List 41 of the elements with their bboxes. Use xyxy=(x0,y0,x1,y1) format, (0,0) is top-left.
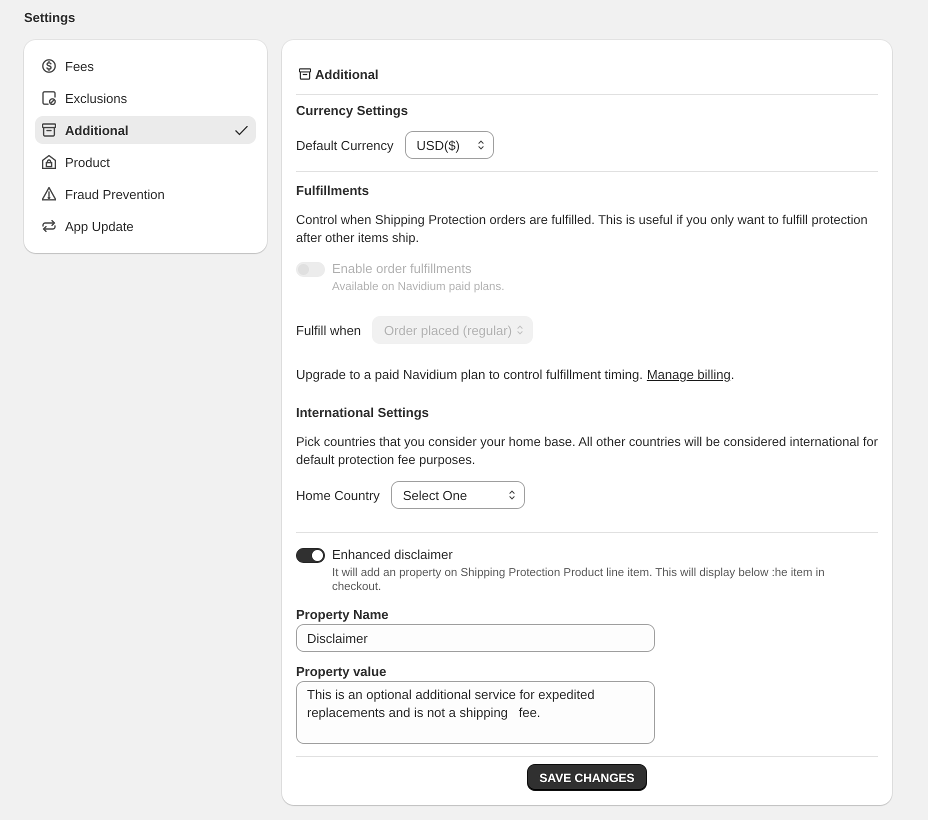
select-field[interactable]: Select One xyxy=(390,481,525,509)
manage-billing-link[interactable]: Manage billing xyxy=(646,367,731,382)
check-icon xyxy=(235,124,248,136)
box-icon xyxy=(299,68,311,80)
field-label: Property value xyxy=(296,663,388,681)
description-text: Control when Shipping Protection orders are fulfilled. This is useful if you only want to fulfill protection after other items ship. xyxy=(296,211,869,247)
sidebar-item[interactable]: Fees xyxy=(35,52,256,80)
upgrade-note: Upgrade to a paid Navidium plan to control fulfillment timing. Manage billing. xyxy=(296,366,736,384)
sidebar-item[interactable]: Exclusions xyxy=(35,84,256,112)
save-button[interactable]: SAVE CHANGES xyxy=(528,765,646,790)
description-text: Pick countries that you consider your home base. All other countries will be considered international for default protection fee purposes. xyxy=(296,433,878,469)
sidebar-item[interactable]: Additional xyxy=(35,116,256,144)
help-text: It will add an property on Shipping Protection Product line item. This will display below :he item in checkout. xyxy=(332,566,826,594)
swap-arrows-icon xyxy=(42,219,56,233)
square-badge-icon xyxy=(42,91,56,105)
sidebar-item[interactable]: Fraud Prevention xyxy=(35,180,256,208)
sidebar-item[interactable]: Product xyxy=(35,148,256,176)
dollar-circle-icon xyxy=(42,59,56,73)
house-icon xyxy=(42,155,56,169)
toggle-label: Enable order fulfillments xyxy=(332,260,472,278)
section-heading: Fulfillments xyxy=(296,182,370,200)
chevron-updown-icon xyxy=(476,139,485,151)
panel-title: Additional xyxy=(315,66,379,82)
warning-icon xyxy=(42,187,56,201)
section-heading: Currency Settings xyxy=(296,102,409,120)
page-title: Settings xyxy=(24,10,76,25)
box-icon xyxy=(42,123,56,137)
chevron-updown-icon xyxy=(516,324,524,336)
chevron-updown-icon xyxy=(508,489,516,501)
field-label: Property Name xyxy=(296,606,390,624)
help-text: Available on Navidium paid plans. xyxy=(332,280,504,294)
toggle-switch[interactable] xyxy=(296,548,325,563)
select-field[interactable]: USD($) xyxy=(404,131,494,159)
text-area[interactable]: This is an optional additional service for expedited replacements and is not a shipping fee. xyxy=(296,681,655,744)
text-field[interactable]: Disclaimer xyxy=(296,624,655,652)
field-label: Home Country xyxy=(296,488,380,502)
toggle-label: Enhanced disclaimer xyxy=(332,546,454,564)
section-heading: International Settings xyxy=(296,404,430,422)
field-label: Default Currency xyxy=(296,138,394,152)
field-label: Fulfill when xyxy=(296,322,362,338)
sidebar-item[interactable]: App Update xyxy=(35,212,256,240)
